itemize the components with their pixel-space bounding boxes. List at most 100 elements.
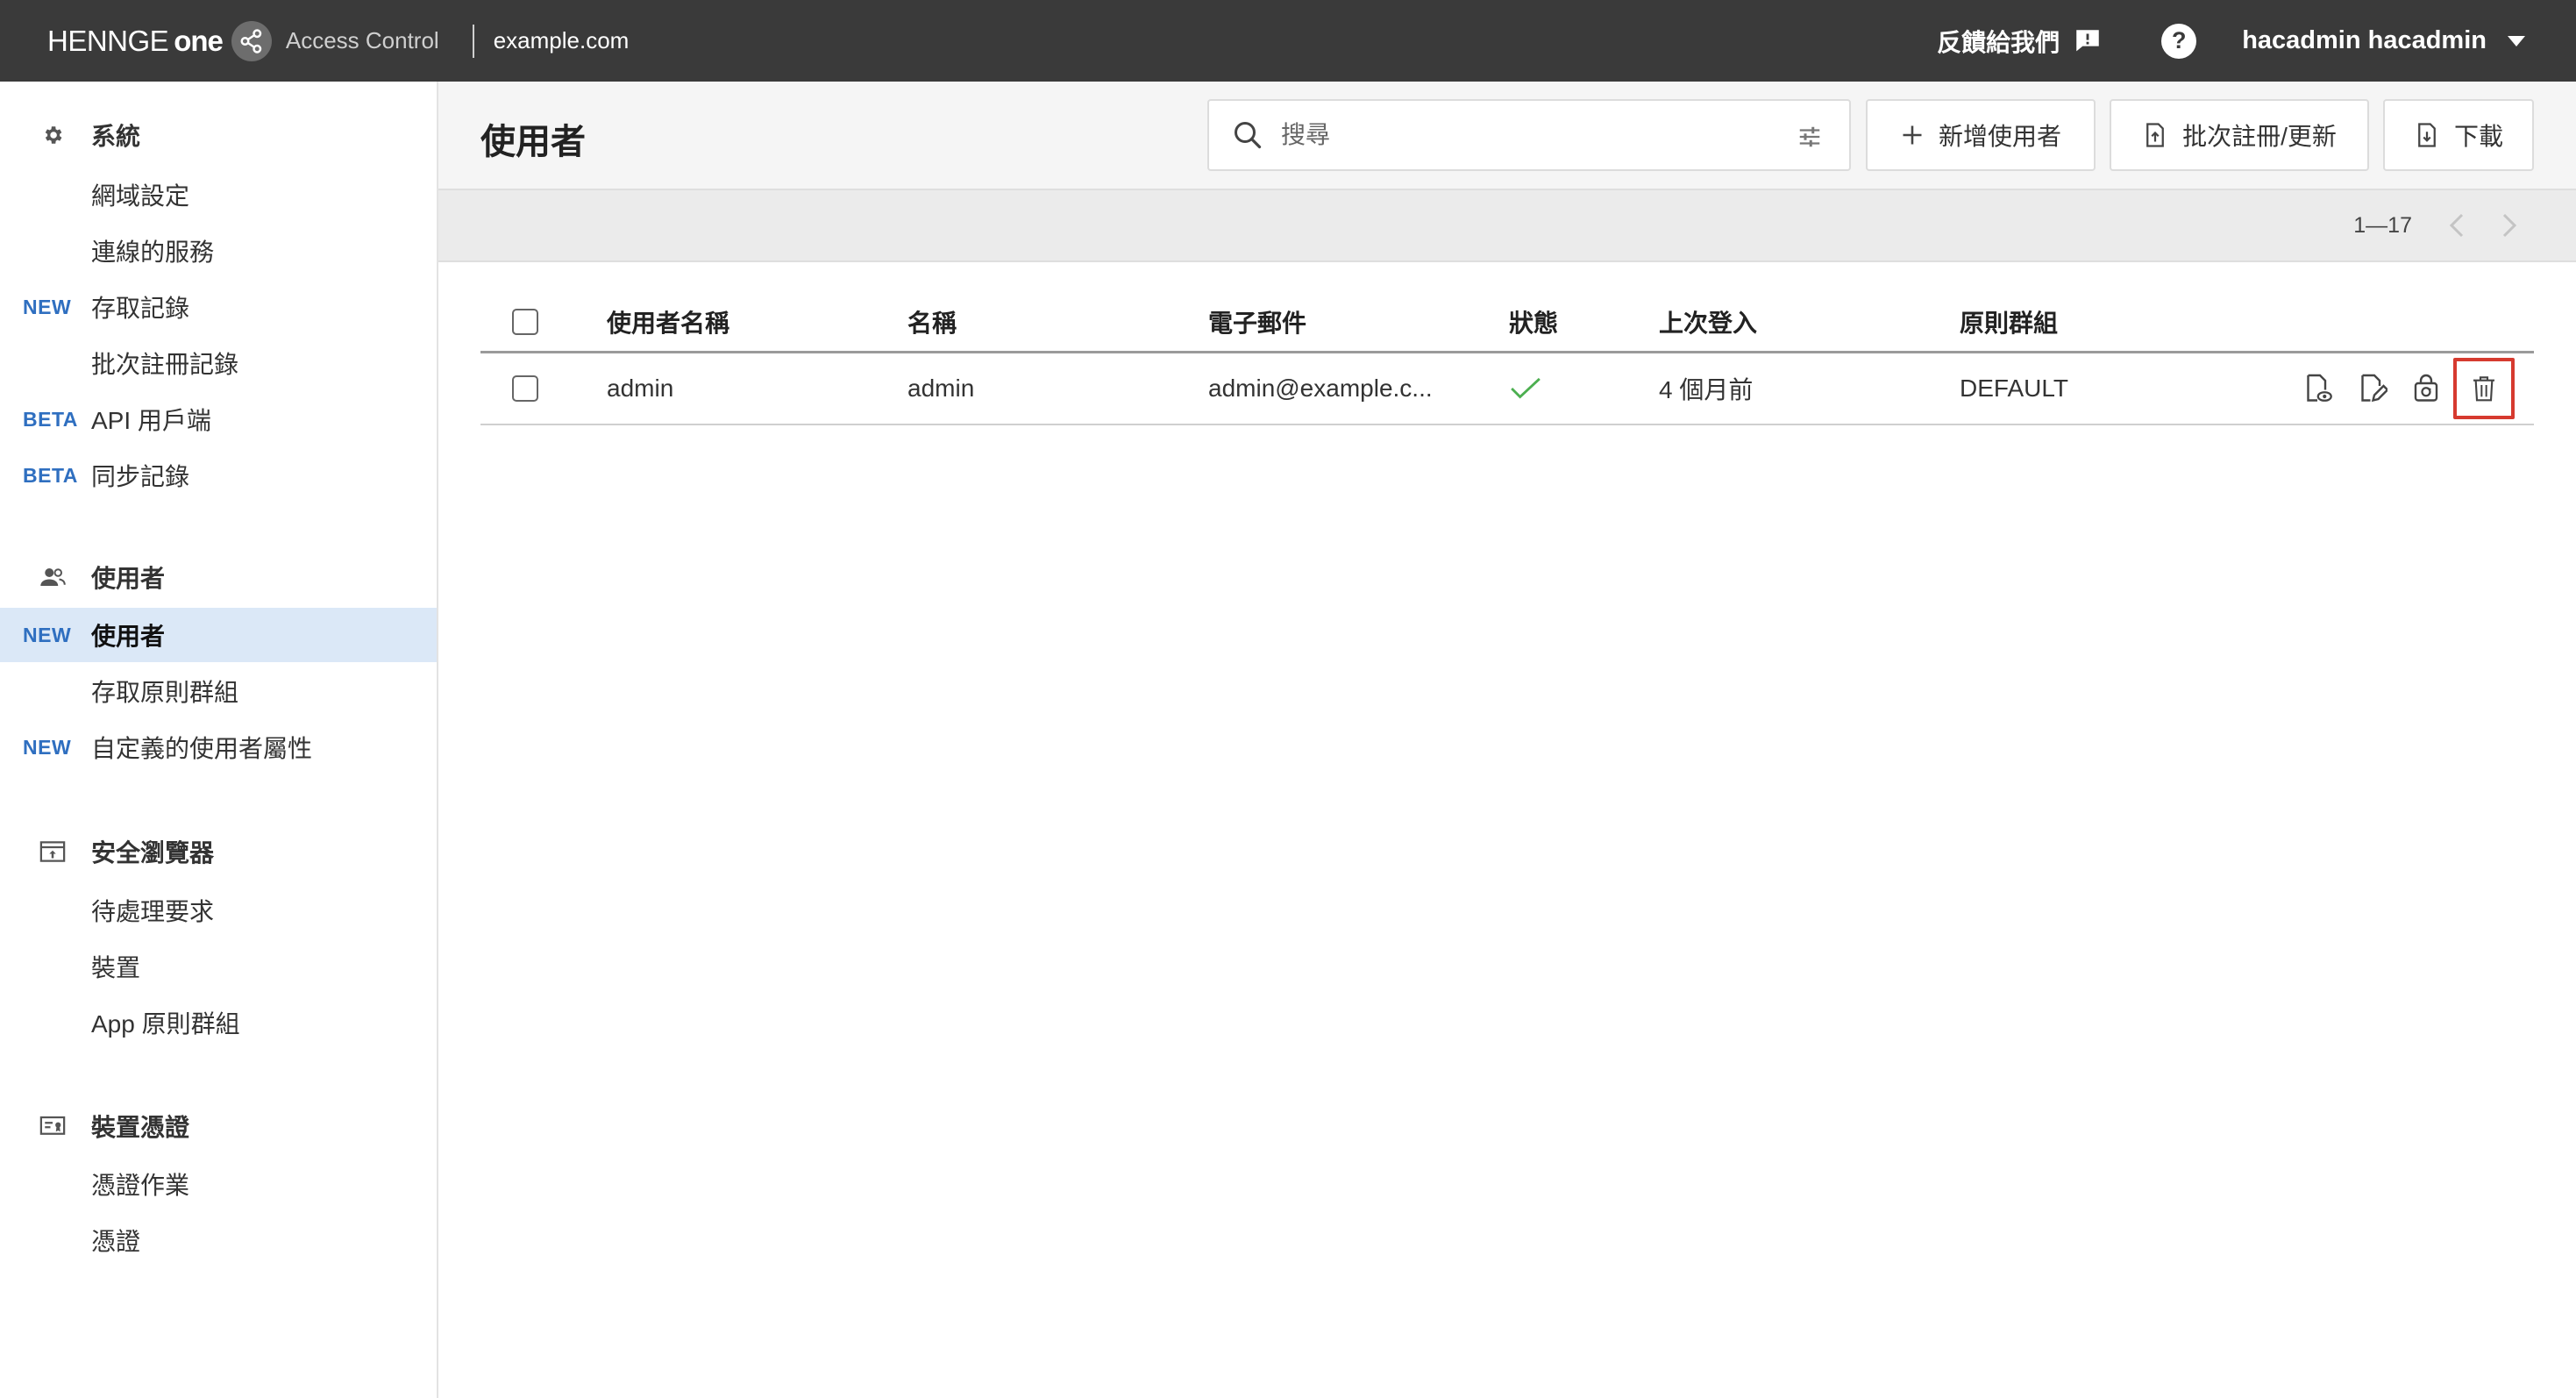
sidebar-item-certificate-jobs[interactable]: 憑證作業 (0, 1157, 437, 1211)
column-header-name[interactable]: 名稱 (907, 292, 957, 351)
table-row[interactable]: admin admin admin@example.c... 4 個月前 DEF… (480, 353, 2534, 425)
sidebar-item-label: 裝置 (91, 954, 141, 981)
sidebar-item-domain-settings[interactable]: 網域設定 (0, 168, 437, 222)
sidebar-item-tag: NEW (23, 735, 72, 759)
main-content: 使用者 新增使用者 批次註冊/更新 下載 1—17 (438, 82, 2576, 1398)
upload-file-icon (2146, 123, 2164, 147)
chevron-right-icon[interactable] (2494, 210, 2525, 241)
sidebar-item-tag: NEW (23, 295, 72, 318)
feedback-button[interactable]: 反饋給我們 (1937, 24, 2103, 59)
sidebar-section-system: 系統 (0, 113, 437, 157)
column-header-email[interactable]: 電子郵件 (1208, 292, 1306, 351)
pagination-range: 1—17 (2353, 213, 2412, 238)
row-select-cell (512, 353, 538, 424)
browser-icon (39, 838, 67, 866)
sidebar-item-label: 自定義的使用者屬性 (91, 735, 313, 762)
feedback-icon (2076, 29, 2099, 51)
row-checkbox[interactable] (512, 375, 538, 402)
certificate-icon (39, 1112, 67, 1140)
download-label: 下載 (2453, 123, 2503, 150)
user-menu[interactable]: hacadmin hacadmin (2242, 26, 2525, 55)
row-actions (2290, 353, 2534, 424)
page-header: 使用者 新增使用者 批次註冊/更新 下載 (438, 82, 2576, 189)
sidebar-section-users: 使用者 (0, 555, 437, 599)
sidebar-item-devices[interactable]: 裝置 (0, 939, 437, 994)
brand[interactable]: HENNGE one Access Control (47, 20, 439, 61)
sidebar-item-label: 存取記錄 (91, 295, 190, 322)
sidebar-section-label: 裝置憑證 (91, 1114, 190, 1141)
sidebar-item-access-log[interactable]: NEW 存取記錄 (0, 280, 437, 334)
sidebar-item-pending-requests[interactable]: 待處理要求 (0, 883, 437, 938)
brand-share-icon (231, 20, 272, 61)
bulk-register-update-button[interactable]: 批次註冊/更新 (2110, 99, 2369, 171)
sidebar-item-users[interactable]: NEW 使用者 (0, 608, 437, 662)
caret-down-icon (2508, 35, 2525, 46)
sidebar-section-device-certificates: 裝置憑證 (0, 1104, 437, 1148)
select-all-checkbox[interactable] (512, 308, 538, 335)
column-header-policy-group[interactable]: 原則群組 (1960, 292, 2058, 351)
cell-username: admin (607, 374, 674, 402)
chevron-left-icon[interactable] (2441, 210, 2473, 241)
table-header: 使用者名稱 名稱 電子郵件 狀態 上次登入 原則群組 (480, 292, 2534, 353)
column-header-last-login[interactable]: 上次登入 (1659, 292, 1757, 351)
cell-email: admin@example.c... (1208, 374, 1433, 402)
plus-icon (1903, 125, 1922, 145)
sidebar-item-tag: BETA (23, 463, 78, 487)
help-icon[interactable]: ? (2161, 23, 2197, 59)
sidebar-item-app-policy-groups[interactable]: App 原則群組 (0, 995, 437, 1050)
pagination-bar: 1—17 (438, 189, 2576, 262)
edit-user-icon[interactable] (2345, 361, 2399, 416)
add-user-label: 新增使用者 (1938, 123, 2061, 150)
search-input[interactable] (1281, 121, 1772, 149)
sidebar-item-sync-log[interactable]: BETA 同步記錄 (0, 448, 437, 503)
download-button[interactable]: 下載 (2383, 99, 2534, 171)
reset-password-icon[interactable] (2399, 361, 2453, 416)
cell-last-login: 4 個月前 (1659, 376, 1754, 403)
status-active-check-icon (1511, 377, 1541, 399)
view-user-icon[interactable] (2290, 361, 2345, 416)
column-header-status[interactable]: 狀態 (1509, 292, 1558, 351)
sidebar-item-label: API 用戶端 (91, 407, 211, 434)
sidebar-item-label: 憑證作業 (91, 1172, 190, 1199)
product-name: Access Control (285, 27, 439, 53)
user-name: hacadmin hacadmin (2242, 26, 2487, 54)
brand-divider (472, 24, 474, 58)
search-icon (1235, 122, 1262, 149)
sidebar-item-label: 存取原則群組 (91, 679, 239, 706)
top-bar: HENNGE one Access Control example.com 反饋給… (0, 0, 2576, 82)
feedback-label: 反饋給我們 (1937, 28, 2060, 56)
sidebar-item-label: 批次註冊記錄 (91, 351, 239, 378)
sidebar-item-label: 網域設定 (91, 182, 190, 210)
sidebar-item-api-clients[interactable]: BETA API 用戶端 (0, 392, 437, 446)
sidebar-section-label: 安全瀏覽器 (91, 839, 215, 867)
gear-icon (39, 121, 67, 149)
users-icon (39, 563, 67, 591)
column-header-username[interactable]: 使用者名稱 (607, 292, 729, 351)
sidebar-item-label: 使用者 (91, 623, 166, 650)
sidebar-item-certificates[interactable]: 憑證 (0, 1213, 437, 1267)
sidebar-item-custom-user-attributes[interactable]: NEW 自定義的使用者屬性 (0, 720, 437, 774)
filter-icon[interactable] (1797, 124, 1823, 150)
sidebar-item-label: 待處理要求 (91, 898, 215, 925)
sidebar-section-label: 系統 (91, 123, 141, 150)
sidebar-section-secure-browser: 安全瀏覽器 (0, 830, 437, 874)
sidebar-item-access-policy-groups[interactable]: 存取原則群組 (0, 664, 437, 718)
sidebar-item-connected-services[interactable]: 連線的服務 (0, 224, 437, 278)
cell-status (1509, 353, 1542, 424)
sidebar-item-label: 憑證 (91, 1228, 141, 1255)
sidebar-item-bulk-registration-log[interactable]: 批次註冊記錄 (0, 336, 437, 390)
users-table: 使用者名稱 名稱 電子郵件 狀態 上次登入 原則群組 admin admin a… (480, 292, 2534, 425)
sidebar-section-label: 使用者 (91, 565, 166, 592)
cell-name: admin (907, 374, 975, 402)
delete-user-icon[interactable] (2453, 358, 2515, 419)
add-user-button[interactable]: 新增使用者 (1866, 99, 2096, 171)
tenant-domain: example.com (493, 27, 630, 53)
sidebar-item-label: 連線的服務 (91, 239, 215, 266)
download-file-icon (2418, 123, 2436, 147)
select-all-cell (512, 292, 538, 351)
sidebar-item-label: App 原則群組 (91, 1010, 240, 1038)
sidebar: 系統 網域設定 連線的服務 NEW 存取記錄 批次註冊記錄 BETA API 用… (0, 82, 438, 1398)
cell-policy-group: DEFAULT (1960, 374, 2068, 402)
search-box[interactable] (1207, 99, 1851, 171)
brand-logo-text: HENNGE one (47, 24, 224, 57)
